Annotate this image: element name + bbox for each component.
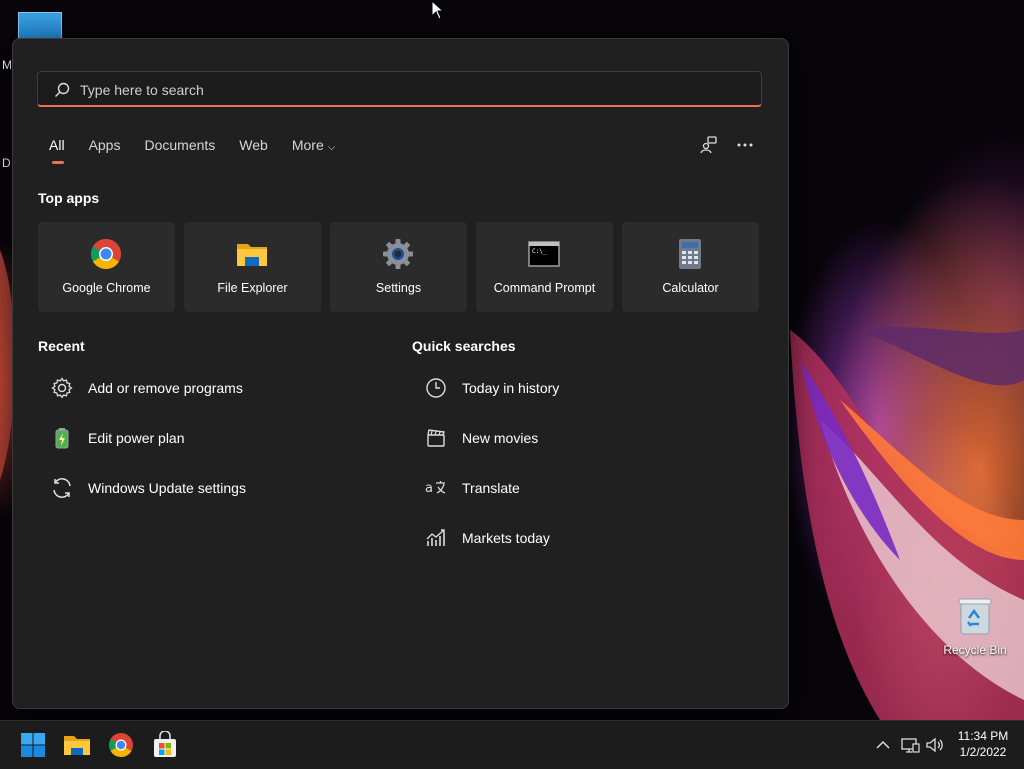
network-icon[interactable] bbox=[900, 735, 920, 755]
list-item-label: Translate bbox=[462, 480, 520, 496]
list-item-label: Windows Update settings bbox=[88, 480, 246, 496]
clock-icon bbox=[426, 378, 446, 398]
list-item[interactable]: New movies bbox=[412, 413, 752, 463]
list-item[interactable]: Add or remove programs bbox=[38, 363, 378, 413]
list-item[interactable]: Today in history bbox=[412, 363, 752, 413]
clapperboard-icon bbox=[427, 429, 445, 447]
list-item-label: Markets today bbox=[462, 530, 550, 546]
chrome-icon bbox=[90, 239, 122, 270]
tab-apps[interactable]: Apps bbox=[89, 137, 121, 153]
list-item[interactable]: Markets today bbox=[412, 513, 752, 563]
top-apps-title: Top apps bbox=[38, 190, 100, 206]
volume-icon[interactable] bbox=[924, 735, 944, 755]
filter-tabs: All Apps Documents Web More ⌵ bbox=[49, 137, 359, 164]
search-box[interactable] bbox=[37, 71, 762, 108]
folder-icon bbox=[237, 244, 267, 266]
app-tile-label: Settings bbox=[375, 281, 422, 295]
app-tile-settings[interactable]: Settings bbox=[330, 222, 467, 312]
list-item[interactable]: Windows Update settings bbox=[38, 463, 378, 513]
recycle-bin[interactable]: Recycle Bin bbox=[940, 596, 1010, 657]
list-item-label: Today in history bbox=[462, 380, 560, 396]
app-tile-file-explorer[interactable]: File Explorer bbox=[184, 222, 321, 312]
recycle-bin-icon bbox=[958, 598, 992, 635]
top-apps-grid: Google Chrome File Explorer Settings C:\… bbox=[38, 222, 759, 312]
desktop-icon-label[interactable]: M bbox=[2, 58, 12, 72]
list-item[interactable]: Edit power plan bbox=[38, 413, 378, 463]
tab-all[interactable]: All bbox=[49, 137, 65, 164]
more-options-icon[interactable] bbox=[735, 135, 755, 155]
windows-start-icon[interactable] bbox=[19, 731, 47, 759]
taskbar-clock[interactable]: 11:34 PM 1/2/2022 bbox=[948, 728, 1018, 760]
gear-icon bbox=[51, 377, 73, 399]
mouse-cursor-icon bbox=[431, 0, 445, 20]
app-tile-google-chrome[interactable]: Google Chrome bbox=[38, 222, 175, 312]
recycle-bin-label: Recycle Bin bbox=[943, 643, 1007, 657]
search-icon bbox=[55, 82, 70, 97]
taskbar: 11:34 PM 1/2/2022 bbox=[0, 720, 1024, 769]
app-tile-command-prompt[interactable]: C:\_ Command Prompt bbox=[476, 222, 613, 312]
app-tile-label: Calculator bbox=[662, 281, 719, 295]
list-item[interactable]: a Translate bbox=[412, 463, 752, 513]
list-item-label: New movies bbox=[462, 430, 539, 446]
list-item-label: Edit power plan bbox=[88, 430, 185, 446]
terminal-icon: C:\_ bbox=[528, 241, 560, 267]
search-input[interactable] bbox=[78, 72, 752, 108]
tab-web[interactable]: Web bbox=[239, 137, 268, 153]
app-tile-label: Google Chrome bbox=[62, 281, 151, 295]
clock-date: 1/2/2022 bbox=[959, 745, 1007, 759]
battery-icon bbox=[55, 428, 69, 449]
quick-searches-title: Quick searches bbox=[412, 338, 516, 354]
sync-icon bbox=[53, 478, 71, 498]
chart-icon bbox=[426, 529, 445, 546]
file-explorer-icon[interactable] bbox=[63, 731, 91, 759]
store-icon[interactable] bbox=[151, 731, 179, 759]
quick-searches-list: Today in history New movies a Translate bbox=[412, 363, 752, 563]
tab-more-label: More bbox=[291, 137, 324, 153]
gear-icon bbox=[383, 239, 413, 269]
tab-documents[interactable]: Documents bbox=[144, 137, 215, 153]
chrome-icon[interactable] bbox=[107, 731, 135, 759]
recent-title: Recent bbox=[38, 338, 85, 354]
svg-text:C:\_: C:\_ bbox=[532, 248, 547, 255]
chevron-up-icon[interactable] bbox=[873, 735, 893, 755]
svg-text:a: a bbox=[425, 481, 433, 496]
list-item-label: Add or remove programs bbox=[88, 380, 243, 396]
calculator-icon bbox=[679, 239, 701, 269]
app-tile-label: File Explorer bbox=[217, 281, 288, 295]
search-panel: All Apps Documents Web More⌵ Top apps Go… bbox=[12, 38, 789, 709]
app-tile-label: Command Prompt bbox=[493, 281, 596, 295]
desktop-icon-label[interactable]: D bbox=[2, 156, 11, 170]
clock-time: 11:34 PM bbox=[957, 729, 1009, 743]
chevron-down-icon: ⌵ bbox=[327, 142, 336, 153]
account-switch-icon[interactable] bbox=[699, 135, 719, 155]
translate-icon: a bbox=[425, 481, 446, 496]
app-tile-calculator[interactable]: Calculator bbox=[622, 222, 759, 312]
tab-more[interactable]: More ⌵ bbox=[292, 137, 336, 153]
recent-list: Add or remove programs Edit power plan W… bbox=[38, 363, 378, 513]
